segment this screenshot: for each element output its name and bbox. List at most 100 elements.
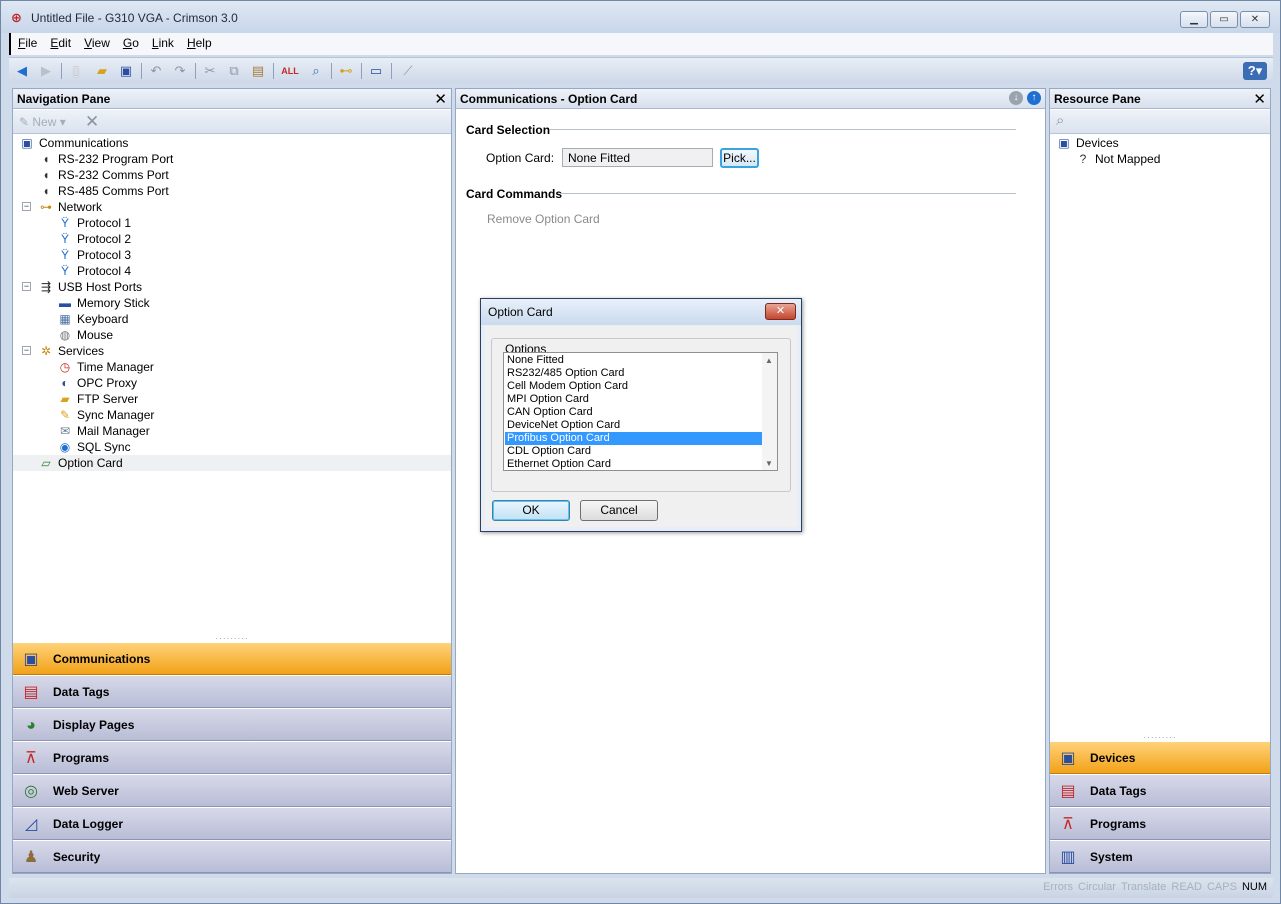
option-item[interactable]: DeviceNet Option Card bbox=[505, 419, 762, 432]
tree-item[interactable]: ▣ Communications bbox=[13, 135, 451, 151]
protocol-icon: Ÿ bbox=[60, 248, 69, 262]
tree-item[interactable]: ◷ Time Manager bbox=[13, 359, 451, 375]
menu-link[interactable]: Link bbox=[145, 33, 180, 50]
tree-item-label: Network bbox=[58, 200, 103, 214]
category-web-server[interactable]: ◎ Web Server bbox=[13, 774, 451, 807]
back-icon[interactable]: ◀ bbox=[13, 62, 31, 80]
devices-icon: ▣ bbox=[1060, 750, 1076, 767]
new-item-button[interactable]: ✎ New ▾ bbox=[19, 115, 66, 129]
close-window-button[interactable]: ✕ bbox=[1240, 11, 1270, 28]
close-navigation-pane-icon[interactable]: ✕ bbox=[434, 90, 447, 108]
copy-icon[interactable]: ⧉ bbox=[225, 62, 243, 80]
tree-item[interactable]: Ÿ Protocol 1 bbox=[13, 215, 451, 231]
tree-item[interactable]: − ✲ Services bbox=[13, 343, 451, 359]
next-item-icon[interactable]: ↓ bbox=[1009, 91, 1023, 105]
minimize-button[interactable]: ▁ bbox=[1180, 11, 1208, 28]
category-data-tags[interactable]: ▤ Data Tags bbox=[13, 675, 451, 708]
tree-item[interactable]: ▬ Memory Stick bbox=[13, 295, 451, 311]
option-item[interactable]: CDL Option Card bbox=[505, 445, 762, 458]
tree-item[interactable]: ▦ Keyboard bbox=[13, 311, 451, 327]
tree-item[interactable]: ◍ Mouse bbox=[13, 327, 451, 343]
remove-option-card-link[interactable]: Remove Option Card bbox=[487, 212, 600, 226]
menu-view[interactable]: View bbox=[77, 33, 116, 50]
tree-item-label: FTP Server bbox=[77, 392, 139, 406]
web-server-icon: ◎ bbox=[24, 783, 38, 800]
time-manager-icon: ◷ bbox=[59, 360, 71, 374]
category-programs[interactable]: ⊼ Programs bbox=[1050, 807, 1270, 840]
dialog-close-button[interactable]: ✕ bbox=[765, 303, 796, 320]
menu-help[interactable]: Help bbox=[180, 33, 218, 50]
menu-go[interactable]: Go bbox=[116, 33, 145, 50]
wand-icon[interactable]: ⟋ bbox=[399, 62, 417, 80]
paste-icon[interactable]: ▤ bbox=[249, 62, 267, 80]
dialog-title-bar: Option Card ✕ bbox=[481, 299, 801, 325]
category-programs[interactable]: ⊼ Programs bbox=[13, 741, 451, 774]
ok-button[interactable]: OK bbox=[492, 500, 570, 521]
tree-item[interactable]: ▰ FTP Server bbox=[13, 391, 451, 407]
category-devices[interactable]: ▣ Devices bbox=[1050, 741, 1270, 774]
tree-item[interactable]: Ÿ Protocol 3 bbox=[13, 247, 451, 263]
forward-icon[interactable]: ▶ bbox=[37, 62, 55, 80]
category-data-logger[interactable]: ◿ Data Logger bbox=[13, 807, 451, 840]
category-data-tags[interactable]: ▤ Data Tags bbox=[1050, 774, 1270, 807]
category-display-pages[interactable]: ◕ Display Pages bbox=[13, 708, 451, 741]
tree-item-label: Option Card bbox=[58, 456, 123, 470]
option-item[interactable]: RS232/485 Option Card bbox=[505, 367, 762, 380]
search-icon[interactable]: ⌕ bbox=[1056, 112, 1064, 129]
cut-icon[interactable]: ✂ bbox=[201, 62, 219, 80]
menu-file[interactable]: File bbox=[11, 33, 43, 50]
menu-edit[interactable]: Edit bbox=[43, 33, 77, 50]
listbox-scrollbar[interactable]: ▲ ▼ bbox=[762, 353, 777, 470]
tree-item[interactable]: ✉ Mail Manager bbox=[13, 423, 451, 439]
tree-item[interactable]: ◉ SQL Sync bbox=[13, 439, 451, 455]
help-icon[interactable]: ?▾ bbox=[1243, 62, 1267, 80]
programs-icon: ⊼ bbox=[25, 750, 37, 767]
collapse-toggle[interactable]: − bbox=[22, 346, 31, 355]
display-icon[interactable]: ▭ bbox=[367, 62, 385, 80]
new-file-icon[interactable]: ▯ bbox=[67, 62, 85, 80]
maximize-button[interactable]: ▭ bbox=[1210, 11, 1238, 28]
option-item[interactable]: MPI Option Card bbox=[505, 393, 762, 406]
collapse-toggle[interactable]: − bbox=[22, 202, 31, 211]
save-icon[interactable]: ▣ bbox=[117, 62, 135, 80]
tree-item[interactable]: − ⇶ USB Host Ports bbox=[13, 279, 451, 295]
options-listbox[interactable]: ▲ ▼ None Fitted RS232/485 Option Card Cell… bbox=[503, 352, 778, 471]
tree-item[interactable]: ? Not Mapped bbox=[1050, 151, 1270, 167]
tree-item[interactable]: ◖ RS-232 Program Port bbox=[13, 151, 451, 167]
close-resource-pane-icon[interactable]: ✕ bbox=[1253, 90, 1266, 108]
category-communications[interactable]: ▣ Communications bbox=[13, 642, 451, 675]
cancel-button[interactable]: Cancel bbox=[580, 500, 658, 521]
tree-item[interactable]: ▱ Option Card bbox=[13, 455, 451, 471]
undo-icon[interactable]: ↶ bbox=[147, 62, 165, 80]
scroll-down-icon[interactable]: ▼ bbox=[765, 459, 773, 468]
option-item[interactable]: Profibus Option Card bbox=[505, 432, 762, 445]
collapse-toggle[interactable]: − bbox=[22, 282, 31, 291]
navigation-tree: ▣ Communications ◖ RS-232 Program Port ◖ RS-2… bbox=[13, 135, 451, 635]
option-item[interactable]: None Fitted bbox=[505, 354, 762, 367]
option-item[interactable]: Ethernet Option Card bbox=[505, 458, 762, 470]
category-security[interactable]: ♟ Security bbox=[13, 840, 451, 873]
redo-icon[interactable]: ↷ bbox=[171, 62, 189, 80]
link-icon[interactable]: ⊷ bbox=[337, 62, 355, 80]
category-system[interactable]: ▥ System bbox=[1050, 840, 1270, 873]
pick-button[interactable]: Pick... bbox=[720, 148, 759, 168]
tree-item[interactable]: Ÿ Protocol 2 bbox=[13, 231, 451, 247]
previous-item-icon[interactable]: ↑ bbox=[1027, 91, 1041, 105]
tree-item[interactable]: Ÿ Protocol 4 bbox=[13, 263, 451, 279]
keyboard-icon: ▦ bbox=[59, 312, 71, 326]
find-icon[interactable]: ⌕ bbox=[307, 62, 325, 80]
tree-item[interactable]: ◖ RS-485 Comms Port bbox=[13, 183, 451, 199]
scroll-up-icon[interactable]: ▲ bbox=[765, 356, 773, 365]
status-indicator: Translate bbox=[1120, 881, 1167, 893]
tree-item[interactable]: ◖ RS-232 Comms Port bbox=[13, 167, 451, 183]
navigation-pane-title: Navigation Pane bbox=[17, 92, 111, 106]
option-item[interactable]: Cell Modem Option Card bbox=[505, 380, 762, 393]
tree-item[interactable]: ◐ OPC Proxy bbox=[13, 375, 451, 391]
select-all-icon[interactable]: ALL bbox=[281, 62, 299, 80]
delete-icon[interactable]: ✕ bbox=[85, 112, 99, 132]
option-item[interactable]: CAN Option Card bbox=[505, 406, 762, 419]
tree-item[interactable]: ▣ Devices bbox=[1050, 135, 1270, 151]
tree-item[interactable]: ✎ Sync Manager bbox=[13, 407, 451, 423]
open-folder-icon[interactable]: ▰ bbox=[93, 62, 111, 80]
tree-item[interactable]: − ⊶ Network bbox=[13, 199, 451, 215]
